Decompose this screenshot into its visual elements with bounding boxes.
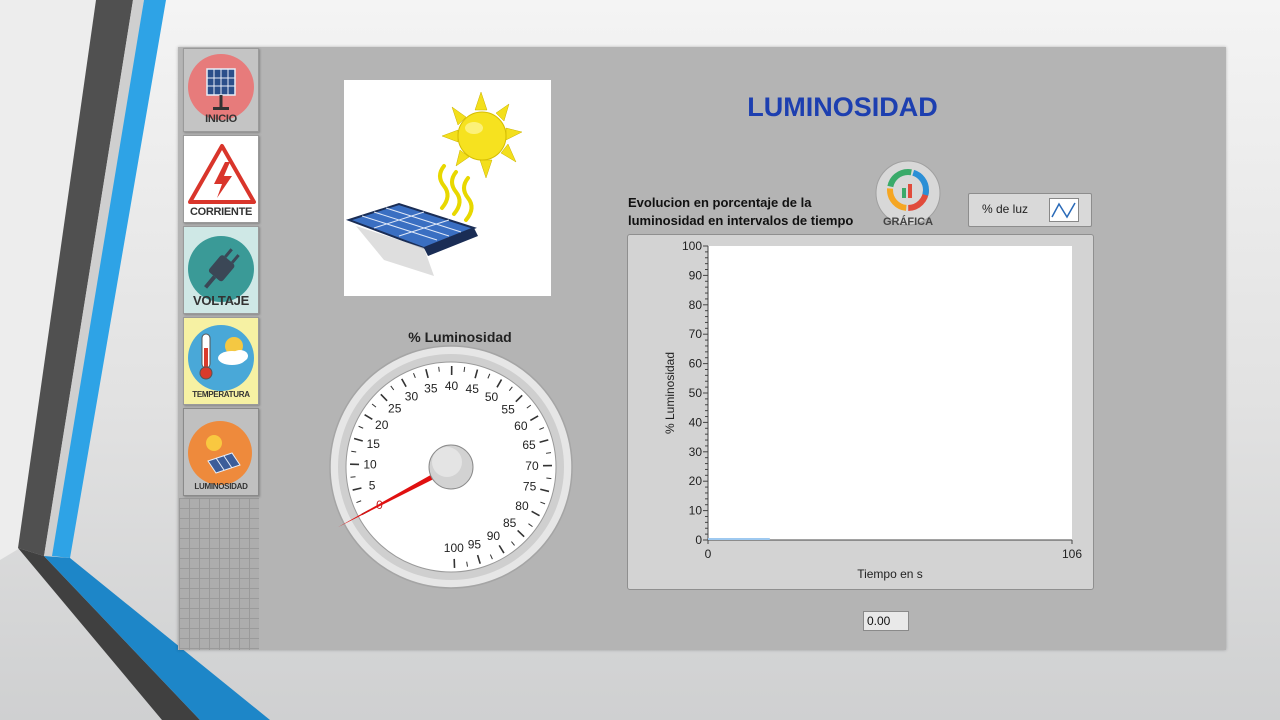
y-tick-label: 10 — [689, 504, 703, 518]
gauge-tick-label: 80 — [515, 499, 529, 513]
gauge-tick-label: 10 — [363, 458, 377, 472]
y-tick-label: 70 — [689, 327, 703, 341]
grid-filler — [179, 498, 259, 650]
nav-corriente-label: CORRIENTE — [189, 206, 253, 218]
chart-frame: 0 10 20 30 40 50 60 70 80 90 100 0 106 Tiempo en s % L… — [627, 234, 1094, 590]
gauge-tick-label: 60 — [514, 419, 528, 433]
gauge-tick — [350, 476, 356, 478]
y-tick-label: 60 — [689, 357, 703, 371]
gauge-tick-label: 100 — [444, 541, 464, 555]
nav-voltaje-label: VOLTAJE — [193, 293, 249, 308]
nav-inicio-button[interactable]: INICIO — [183, 48, 259, 132]
y-tick-label: 40 — [689, 415, 703, 429]
gauge-tick — [546, 477, 552, 480]
gauge-tick-label: 5 — [369, 478, 376, 492]
y-tick-label: 90 — [689, 268, 703, 282]
grafica-label: GRÁFICA — [882, 216, 934, 228]
gauge-tick — [545, 452, 552, 454]
gauge-tick-label: 20 — [375, 418, 389, 432]
gauge-tick-label: 25 — [388, 402, 402, 416]
luminosity-chart: 0 10 20 30 40 50 60 70 80 90 100 0 106 Tiempo en s % L… — [663, 239, 1082, 581]
luminosity-gauge: 0510152025303540455055606570758085909510… — [329, 345, 573, 589]
x-tick-label: 106 — [1062, 547, 1082, 561]
gauge-tick — [463, 366, 466, 372]
gauge-label: % Luminosidad — [408, 329, 512, 345]
gauge-tick-label: 15 — [367, 437, 381, 451]
gauge-tick — [438, 366, 440, 372]
chart-title-line-1: Evolucion en porcentaje de la — [628, 195, 812, 210]
gauge-tick-label: 40 — [445, 379, 459, 393]
chart-title-line-2: luminosidad en intervalos de tiempo — [628, 213, 854, 228]
gauge-tick-label: 30 — [405, 389, 419, 403]
gauge-tick-label: 75 — [523, 480, 537, 494]
x-tick-label: 0 — [705, 547, 712, 561]
page-title: LUMINOSIDAD — [747, 92, 938, 122]
gauge-tick-label: 55 — [501, 403, 515, 417]
gauge-tick-label: 45 — [466, 382, 480, 396]
nav-luminosidad-button[interactable]: LUMINOSIDAD — [183, 408, 259, 496]
plot-area — [708, 246, 1072, 540]
gauge-tick-label: 65 — [522, 438, 536, 452]
nav-temperatura-label: TEMPERATURA — [192, 390, 250, 399]
nav-inicio-label: INICIO — [205, 113, 237, 125]
gauge-tick-label: 50 — [485, 390, 499, 404]
x-axis-label: Tiempo en s — [857, 567, 923, 581]
y-tick-label: 50 — [689, 386, 703, 400]
nav-temperatura-button[interactable]: TEMPERATURA — [183, 317, 259, 405]
legend-line-swatch — [1049, 198, 1079, 222]
y-tick-label: 80 — [689, 298, 703, 312]
y-axis-label: % Luminosidad — [663, 352, 677, 434]
gauge-tick-label: 90 — [487, 529, 501, 543]
sun-solar-panel-image — [344, 80, 551, 296]
legend-label: % de luz — [982, 202, 1029, 216]
gauge-tick-label: 85 — [503, 516, 517, 530]
y-tick-label: 30 — [689, 445, 703, 459]
nav-voltaje-button[interactable]: VOLTAJE — [183, 226, 259, 314]
y-tick-label: 0 — [695, 533, 702, 547]
line-style-icon — [1051, 202, 1076, 219]
y-tick-label: 20 — [689, 474, 703, 488]
plot-legend[interactable]: % de luz — [968, 193, 1092, 227]
gauge-tick-label: 95 — [468, 538, 482, 552]
gauge-tick-label: 70 — [525, 459, 539, 473]
y-tick-label: 100 — [682, 239, 702, 253]
nav-luminosidad-label: LUMINOSIDAD — [194, 482, 248, 491]
gauge-tick-label: 35 — [424, 382, 438, 396]
grafica-button[interactable]: GRÁFICA — [875, 160, 941, 230]
chart-title: Evolucion en porcentaje de la luminosida… — [628, 194, 878, 230]
nav-corriente-button[interactable]: CORRIENTE — [183, 135, 259, 223]
numeric-indicator: 0.00 — [863, 611, 909, 631]
